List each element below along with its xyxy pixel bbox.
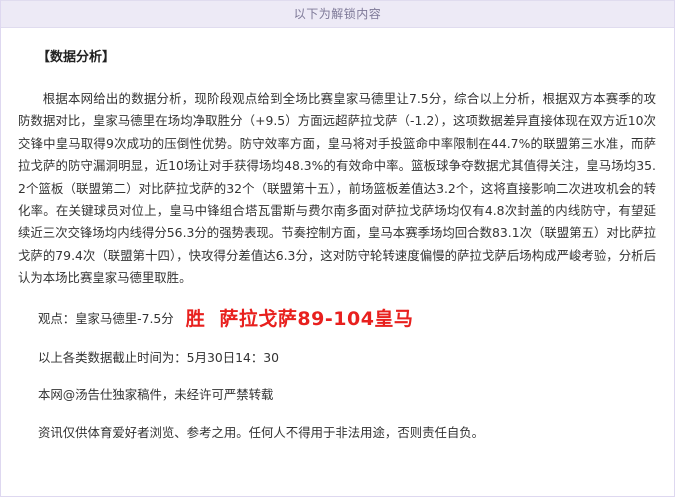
opinion-label: 观点： [38,310,76,326]
article-content: 【数据分析】 根据本网给出的数据分析，现阶段观点给到全场比赛皇家马德里让7.5分… [1,50,674,441]
opinion-pick: 皇家马德里-7.5分 [75,310,174,326]
unlock-banner-text: 以下为解锁内容 [293,7,382,21]
copyright-notice: 本网@汤告仕独家稿件，未经许可严禁转载 [38,386,274,402]
unlock-banner: 以下为解锁内容 [1,0,674,28]
opinion-result: 胜 萨拉戈萨89-104皇马 [185,308,414,331]
disclaimer-notice: 资讯仅供体育爱好者浏览、参考之用。任何人不得用于非法用途，否则责任自负。 [38,424,485,440]
analysis-paragraph: 根据本网给出的数据分析，现阶段观点给到全场比赛皇家马德里让7.5分，综合以上分析… [18,91,656,286]
article-frame: 以下为解锁内容 【数据分析】 根据本网给出的数据分析，现阶段观点给到全场比赛皇家… [0,0,675,497]
opinion-line: 观点： 皇家马德里-7.5分 胜 萨拉戈萨89-104皇马 [38,303,656,333]
section-title: 【数据分析】 [37,50,116,65]
data-deadline: 以上各类数据截止时间为：5月30日14：30 [38,349,280,365]
